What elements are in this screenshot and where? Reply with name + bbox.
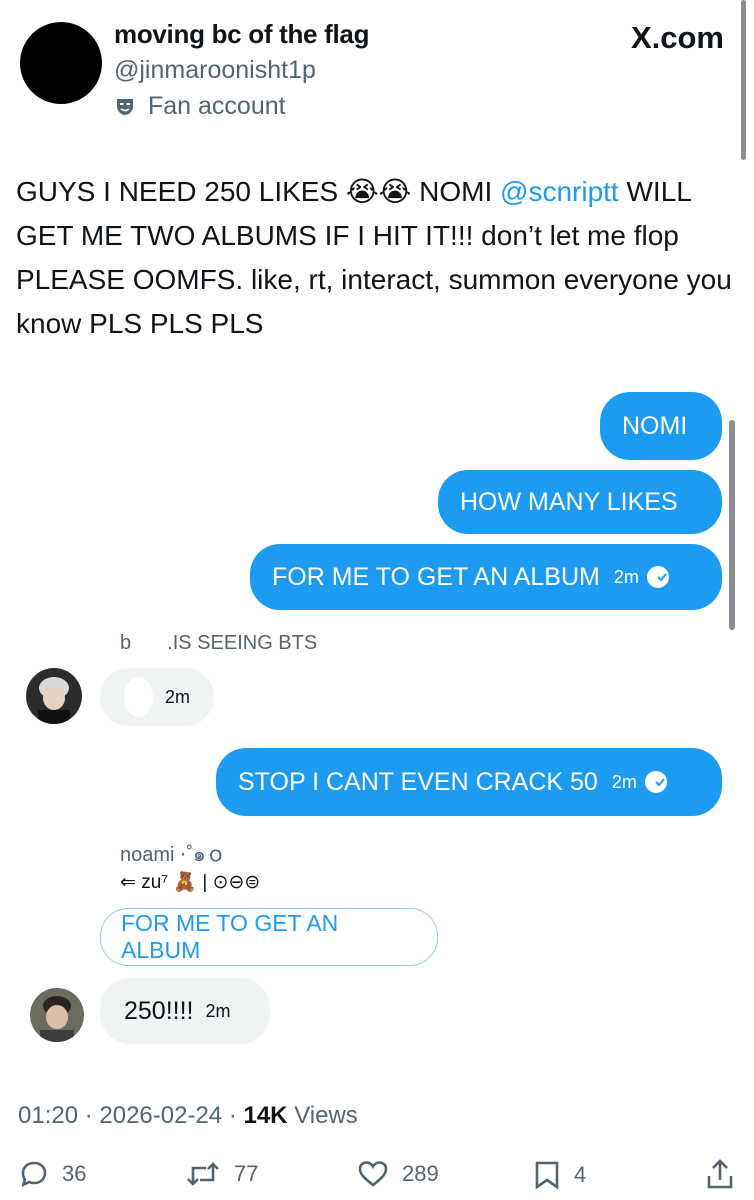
message-time: 2m [611,771,637,792]
heart-icon [358,1161,388,1187]
message-meta: 2m [612,771,667,793]
outgoing-message: HOW MANY LIKES [438,470,722,534]
separator: · [222,1102,244,1129]
chat-scrollbar[interactable] [729,420,735,630]
share-button[interactable] [706,1158,748,1190]
tweet-text-mid: NOMI [411,176,501,207]
outgoing-message: FOR ME TO GET AN ALBUM 2m [250,544,722,610]
separator: · [78,1102,100,1129]
tweet-text: GUYS I NEED 250 LIKES 😭😭 NOMI @scnriptt … [16,170,732,346]
account-label[interactable]: Fan account [114,92,286,121]
author-display-name[interactable]: moving bc of the flag [114,19,369,50]
reply-button[interactable]: 36 [20,1160,86,1188]
outgoing-message: NOMI [600,392,722,460]
tweet-text-prefix: GUYS I NEED 250 LIKES [16,176,346,207]
mention-link[interactable]: @scnriptt [500,176,619,207]
incoming-message: 2m [100,668,214,726]
views-label: Views [294,1102,358,1129]
bookmark-button[interactable]: 4 [534,1160,586,1190]
like-button[interactable]: 289 [358,1160,439,1188]
bookmark-count: 4 [574,1162,587,1187]
message-meta: 2m [614,566,669,588]
repost-icon [187,1162,219,1186]
repost-count: 77 [234,1161,259,1186]
read-check-icon [644,771,667,793]
tweet-time: 01:20 [18,1102,79,1129]
reply-icon [21,1161,47,1188]
message-time: 2m [164,686,190,707]
message-text: 250!!!! [124,996,194,1025]
theater-mask-icon [117,98,133,115]
reply-context: ⇐ zu⁷ 🧸 | ⊙⊖⊜ [120,872,261,893]
message-text: STOP I CANT EVEN CRACK 50 [238,767,598,796]
tweet-date: 2026-02-24 [99,1102,223,1129]
tweet-timestamp[interactable]: 01:20 · 2026-02-24 · 14K Views [18,1102,358,1130]
bookmark-icon [535,1161,559,1190]
message-time: 2m [613,566,639,587]
sender-name: noami ⋅˚๑ｏ [120,844,226,866]
message-text: NOMI [622,411,688,440]
incoming-message: 250!!!! 2m [100,978,270,1044]
views-count: 14K [243,1102,288,1129]
crying-emoji: 😭😭 [345,176,412,207]
redacted-text [124,677,153,717]
quoted-message-text: FOR ME TO GET AN ALBUM [121,910,339,963]
x-com-watermark: X.com [630,20,724,55]
sender-avatar[interactable] [26,668,82,724]
repost-button[interactable]: 77 [186,1160,258,1188]
message-time: 2m [205,1000,231,1021]
message-text: HOW MANY LIKES [460,487,678,516]
sender-avatar[interactable] [30,988,84,1042]
author-handle[interactable]: @jinmaroonisht1p [114,56,316,85]
like-count: 289 [402,1161,439,1186]
sender-name: b .IS SEEING BTS [120,632,318,654]
outgoing-message: STOP I CANT EVEN CRACK 50 2m [216,748,722,816]
quoted-message[interactable]: FOR ME TO GET AN ALBUM [100,908,438,966]
message-text: FOR ME TO GET AN ALBUM [272,562,600,591]
reply-count: 36 [62,1161,87,1186]
author-avatar[interactable] [20,22,102,104]
share-icon [707,1159,733,1189]
page-scrollbar[interactable] [741,0,746,160]
read-check-icon [646,566,669,588]
account-label-text: Fan account [148,92,286,120]
